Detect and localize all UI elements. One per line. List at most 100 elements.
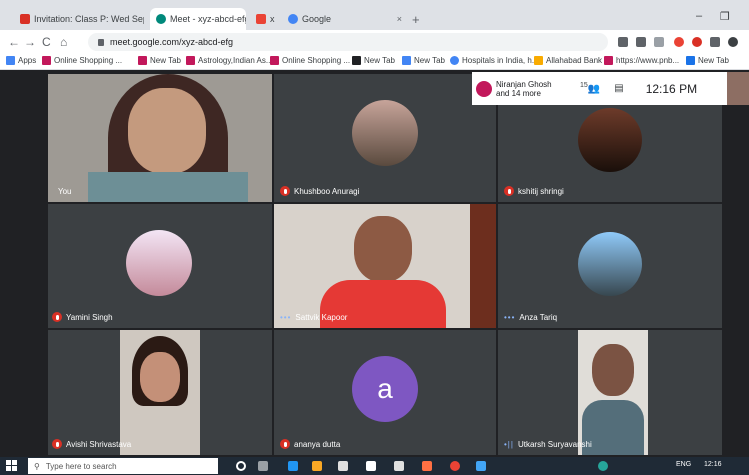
bookmark-new-tab-3[interactable]: New Tab	[402, 56, 445, 65]
tab-google-meet[interactable]: Meet - xyz-abcd-efg	[150, 8, 246, 30]
bookmark-label: https://www.pnb...	[616, 56, 680, 65]
bookmark-label: New Tab	[698, 56, 729, 65]
edge-icon[interactable]	[288, 461, 298, 471]
video-tile-yamini[interactable]: Yamini Singh	[48, 204, 272, 328]
video-tile-avishi[interactable]: Avishi Shrivastava	[48, 330, 272, 455]
app-icon[interactable]	[366, 461, 376, 471]
participant-nametag: ananya dutta	[280, 439, 340, 449]
taskbar-search-box[interactable]: ⚲ Type here to search	[28, 458, 218, 474]
avatar	[578, 108, 642, 172]
search-icon: ⚲	[34, 461, 40, 471]
windows-taskbar: ⚲ Type here to search ENG 12:16	[0, 457, 749, 475]
bookmarks-bar: Apps Online Shopping ... New Tab Astrolo…	[0, 54, 749, 70]
participants-avatar-stack	[476, 80, 492, 97]
url-text: meet.google.com/xyz-abcd-efg	[110, 37, 234, 47]
app-icon-2[interactable]	[394, 461, 404, 471]
tab-third[interactable]: x	[250, 8, 278, 30]
video-tile-ananya[interactable]: a ananya dutta	[274, 330, 496, 455]
bookmark-apps[interactable]: Apps	[6, 56, 36, 65]
reload-button[interactable]: C	[42, 35, 51, 49]
star-icon[interactable]	[654, 37, 664, 47]
participants-summary: Niranjan Ghosh and 14 more	[496, 79, 552, 98]
language-indicator[interactable]: ENG	[676, 461, 691, 468]
video-tile-sattvik[interactable]: ••• Sattvik Kapoor	[274, 204, 496, 328]
video-tile-anza[interactable]: ••• Anza Tariq	[498, 204, 722, 328]
file-explorer-icon[interactable]	[312, 461, 322, 471]
home-button[interactable]: ⌂	[60, 35, 67, 49]
bookmark-label: New Tab	[364, 56, 395, 65]
video-tile-you[interactable]: You	[48, 74, 272, 202]
store-icon[interactable]	[338, 461, 348, 471]
back-button[interactable]: ←	[8, 35, 20, 49]
bookmark-online-shopping[interactable]: Online Shopping ...	[42, 56, 122, 65]
bookmark-label: Online Shopping ...	[282, 56, 351, 65]
bookmark-star-icon[interactable]	[636, 37, 646, 47]
chat-icon[interactable]: ▤	[614, 83, 623, 94]
close-tab-icon[interactable]: ×	[391, 14, 402, 24]
app-icon-3[interactable]	[422, 461, 432, 471]
video-tile-utkarsh[interactable]: •|| Utkarsh Suryavanshi	[498, 330, 722, 455]
video-clothing	[88, 172, 248, 202]
chrome-icon[interactable]	[450, 461, 460, 471]
bookmark-allahabad-bank[interactable]: Allahabad Bank	[534, 56, 602, 65]
profile-icon[interactable]	[728, 37, 738, 47]
participant-nametag: ••• Anza Tariq	[504, 313, 557, 322]
bookmark-online-shopping-2[interactable]: Online Shopping ...	[270, 56, 350, 65]
bookmark-label: Allahabad Bank	[546, 56, 603, 65]
windows-start-icon[interactable]	[6, 460, 18, 472]
self-view-thumbnail[interactable]	[727, 72, 749, 105]
avatar-initial: a	[377, 373, 393, 404]
browser-tab-strip: Invitation: Class P: Wed Sep 23, 2 × Mee…	[0, 0, 749, 30]
app-icon-4[interactable]	[476, 461, 486, 471]
forward-button[interactable]: →	[24, 35, 36, 49]
avatar	[126, 230, 192, 296]
mic-off-icon	[280, 439, 290, 449]
speaking-indicator-icon: •••	[280, 313, 292, 322]
task-view-icon[interactable]	[258, 461, 268, 471]
bookmark-icon	[686, 56, 695, 65]
puzzle-icon[interactable]	[710, 37, 720, 47]
bookmark-new-tab-4[interactable]: New Tab	[686, 56, 729, 65]
meet-icon	[156, 14, 166, 24]
screen: Invitation: Class P: Wed Sep 23, 2 × Mee…	[0, 0, 749, 475]
restore-button[interactable]: ❐	[720, 10, 730, 23]
cortana-icon[interactable]	[236, 461, 246, 471]
bookmark-label: Hospitals in India, h...	[462, 56, 539, 65]
address-bar[interactable]: meet.google.com/xyz-abcd-efg	[88, 33, 608, 51]
participant-nametag: Avishi Shrivastava	[52, 439, 131, 449]
minimize-button[interactable]: –	[696, 10, 702, 22]
tab-label: Invitation: Class P: Wed Sep 23, 2	[34, 14, 144, 24]
bookmark-hospitals[interactable]: Hospitals in India, h...	[450, 56, 538, 65]
video-feed	[578, 330, 648, 455]
bookmark-pnb[interactable]: https://www.pnb...	[604, 56, 679, 65]
people-icon[interactable]: 15👥	[580, 82, 600, 94]
video-face	[354, 216, 412, 282]
apps-grid-icon	[6, 56, 15, 65]
new-tab-button[interactable]: +	[412, 12, 420, 27]
video-feed	[120, 330, 200, 455]
meeting-clock: 12:16 PM	[645, 81, 698, 96]
bookmark-astrology[interactable]: Astrology,Indian As...	[186, 56, 273, 65]
camera-icon[interactable]	[618, 37, 628, 47]
tray-app-icon[interactable]	[598, 461, 608, 471]
participant-name: ananya dutta	[294, 439, 341, 449]
tab-google[interactable]: Google ×	[282, 8, 408, 30]
avatar	[352, 100, 418, 166]
video-tile-khushboo[interactable]: Khushboo Anuragi	[274, 74, 496, 202]
participant-nametag: Khushboo Anuragi	[280, 186, 359, 196]
participant-name: You	[58, 187, 72, 196]
extension-opera-icon[interactable]	[674, 37, 684, 47]
avatar: a	[352, 356, 418, 422]
avatar	[578, 232, 642, 296]
site-icon	[256, 14, 266, 24]
speaking-indicator-icon: •||	[504, 440, 514, 449]
bookmark-label: Astrology,Indian As...	[198, 56, 273, 65]
bookmark-new-tab-2[interactable]: New Tab	[352, 56, 395, 65]
tab-label: Meet - xyz-abcd-efg	[170, 14, 246, 24]
tab-gmail-invitation[interactable]: Invitation: Class P: Wed Sep 23, 2 ×	[14, 8, 144, 30]
bookmark-new-tab[interactable]: New Tab	[138, 56, 181, 65]
browser-toolbar: ← → C ⌂ meet.google.com/xyz-abcd-efg	[0, 30, 749, 54]
bookmark-icon	[402, 56, 411, 65]
system-clock[interactable]: 12:16	[704, 461, 722, 468]
extension-icon[interactable]	[692, 37, 702, 47]
